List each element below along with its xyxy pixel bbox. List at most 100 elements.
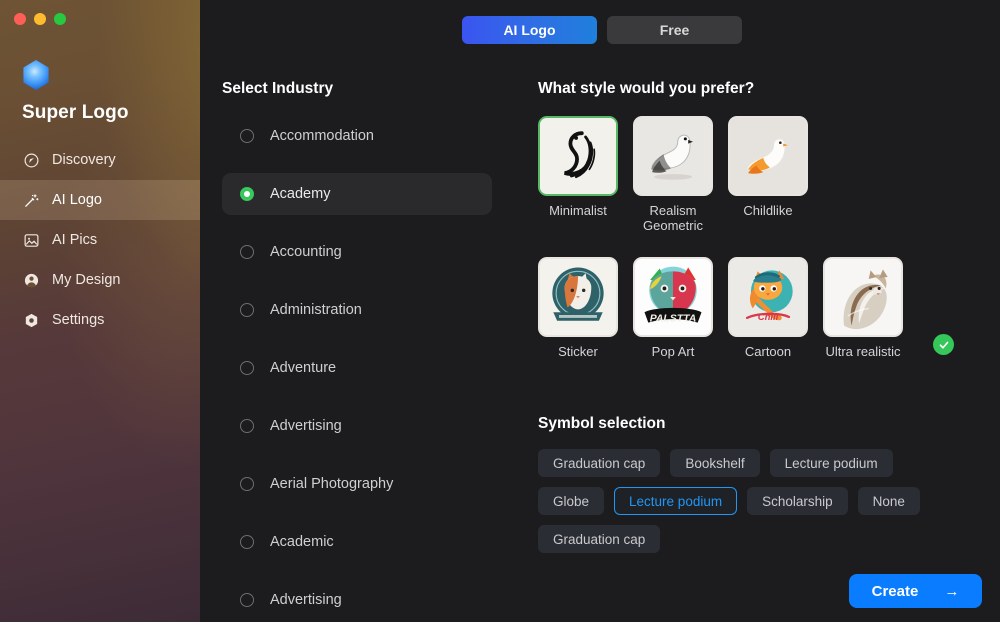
main-content: AI Logo Free Select Industry Accommodati…	[200, 0, 1000, 622]
swan-orange-white-icon	[730, 118, 806, 194]
industry-title: Select Industry	[222, 80, 492, 98]
style-card-cartoon[interactable]: Chill Cartoon	[728, 257, 808, 359]
industry-option-label: Administration	[270, 302, 362, 318]
radio-icon	[240, 535, 254, 549]
minimize-window-button[interactable]	[34, 13, 46, 25]
industry-option-aerial-photography[interactable]: Aerial Photography	[222, 463, 492, 505]
symbol-chip-graduation-cap[interactable]: Graduation cap	[538, 449, 660, 477]
tab-bar: AI Logo Free	[462, 16, 742, 44]
cat-badge-teal-icon	[540, 259, 616, 335]
style-thumbnail: PALSTTA	[633, 257, 713, 337]
style-panel: What style would you prefer?	[538, 80, 958, 359]
sidebar-item-label: My Design	[52, 272, 121, 288]
sidebar-item-ai-logo[interactable]: AI Logo	[0, 180, 200, 220]
industry-option-academic[interactable]: Academic	[222, 521, 492, 563]
style-title: What style would you prefer?	[538, 80, 958, 98]
app-title: Super Logo	[22, 102, 129, 124]
style-grid-row-1: Minimalist Realism	[538, 116, 958, 233]
industry-option-accounting[interactable]: Accounting	[222, 231, 492, 273]
style-label: Minimalist	[538, 203, 618, 218]
style-grid-row-2: Sticker	[538, 257, 958, 359]
industry-option-label: Accounting	[270, 244, 342, 260]
style-card-minimalist[interactable]: Minimalist	[538, 116, 618, 233]
app-window: Super Logo Discovery	[0, 0, 1000, 622]
style-thumbnail	[538, 116, 618, 196]
style-card-sticker[interactable]: Sticker	[538, 257, 618, 359]
swan-calligraphic-black-icon	[540, 118, 616, 194]
industry-option-label: Academic	[270, 534, 334, 550]
sidebar-item-my-design[interactable]: My Design	[0, 260, 200, 300]
radio-icon	[240, 419, 254, 433]
industry-option-label: Aerial Photography	[270, 476, 393, 492]
style-label: Ultra realistic	[823, 344, 903, 359]
svg-text:PALSTTA: PALSTTA	[650, 314, 697, 325]
tab-ai-logo[interactable]: AI Logo	[462, 16, 597, 44]
magic-wand-icon	[22, 191, 40, 209]
symbol-chip-none[interactable]: None	[858, 487, 920, 515]
industry-option-label: Academy	[270, 186, 330, 202]
style-label: Realism Geometric	[633, 203, 713, 233]
style-label: Pop Art	[633, 344, 713, 359]
industry-option-label: Adventure	[270, 360, 336, 376]
sidebar: Super Logo Discovery	[0, 0, 200, 622]
radio-icon	[240, 593, 254, 607]
window-controls	[14, 13, 66, 25]
symbol-chip-globe[interactable]: Globe	[538, 487, 604, 515]
industry-list: Accommodation Academy Accounting Adminis…	[222, 115, 492, 621]
symbol-chip-graduation-cap-2[interactable]: Graduation cap	[538, 525, 660, 553]
style-thumbnail	[728, 116, 808, 196]
symbol-chip-scholarship[interactable]: Scholarship	[747, 487, 848, 515]
industry-option-label: Advertising	[270, 418, 342, 434]
cat-popart-colorful-icon: PALSTTA	[635, 259, 711, 335]
sidebar-item-discovery[interactable]: Discovery	[0, 140, 200, 180]
sidebar-item-label: Settings	[52, 312, 104, 328]
industry-panel: Select Industry Accommodation Academy Ac…	[222, 80, 492, 622]
zoom-window-button[interactable]	[54, 13, 66, 25]
cat-cartoon-orange-icon: Chill	[730, 259, 806, 335]
style-card-pop-art[interactable]: PALSTTA Pop Art	[633, 257, 713, 359]
style-card-childlike[interactable]: Childlike	[728, 116, 808, 233]
symbol-chip-list: Graduation cap Bookshelf Lecture podium …	[538, 449, 938, 553]
style-thumbnail	[823, 257, 903, 337]
symbol-chip-bookshelf[interactable]: Bookshelf	[670, 449, 759, 477]
radio-icon	[240, 477, 254, 491]
image-icon	[22, 231, 40, 249]
style-card-realism-geometric[interactable]: Realism Geometric	[633, 116, 713, 233]
radio-icon	[240, 129, 254, 143]
sidebar-nav: Discovery AI Logo	[0, 140, 200, 340]
tab-free[interactable]: Free	[607, 16, 742, 44]
industry-option-accommodation[interactable]: Accommodation	[222, 115, 492, 157]
industry-option-label: Accommodation	[270, 128, 374, 144]
radio-selected-icon	[240, 187, 254, 201]
style-label: Sticker	[538, 344, 618, 359]
style-label: Cartoon	[728, 344, 808, 359]
industry-option-administration[interactable]: Administration	[222, 289, 492, 331]
style-thumbnail	[538, 257, 618, 337]
create-button-label: Create	[872, 583, 919, 600]
industry-option-academy[interactable]: Academy	[222, 173, 492, 215]
industry-option-label: Advertising	[270, 592, 342, 608]
industry-option-adventure[interactable]: Adventure	[222, 347, 492, 389]
radio-icon	[240, 245, 254, 259]
industry-option-advertising[interactable]: Advertising	[222, 405, 492, 447]
style-label: Childlike	[728, 203, 808, 218]
cat-photoreal-fluffy-icon	[825, 259, 901, 335]
sidebar-item-label: AI Pics	[52, 232, 97, 248]
sidebar-item-ai-pics[interactable]: AI Pics	[0, 220, 200, 260]
gear-icon	[22, 311, 40, 329]
sidebar-item-settings[interactable]: Settings	[0, 300, 200, 340]
arrow-right-icon: →	[944, 583, 959, 600]
style-card-ultra-realistic[interactable]: Ultra realistic	[823, 257, 903, 359]
sidebar-item-label: Discovery	[52, 152, 116, 168]
symbol-chip-lecture-podium-selected[interactable]: Lecture podium	[614, 487, 737, 515]
create-button[interactable]: Create →	[849, 574, 982, 608]
industry-option-advertising-2[interactable]: Advertising	[222, 579, 492, 621]
hexagon-gem-icon	[22, 60, 50, 90]
brand: Super Logo	[22, 60, 129, 124]
symbol-title: Symbol selection	[538, 415, 958, 433]
sidebar-item-label: AI Logo	[52, 192, 102, 208]
close-window-button[interactable]	[14, 13, 26, 25]
radio-icon	[240, 361, 254, 375]
swan-realistic-gray-icon	[635, 118, 711, 194]
symbol-chip-lecture-podium[interactable]: Lecture podium	[770, 449, 893, 477]
